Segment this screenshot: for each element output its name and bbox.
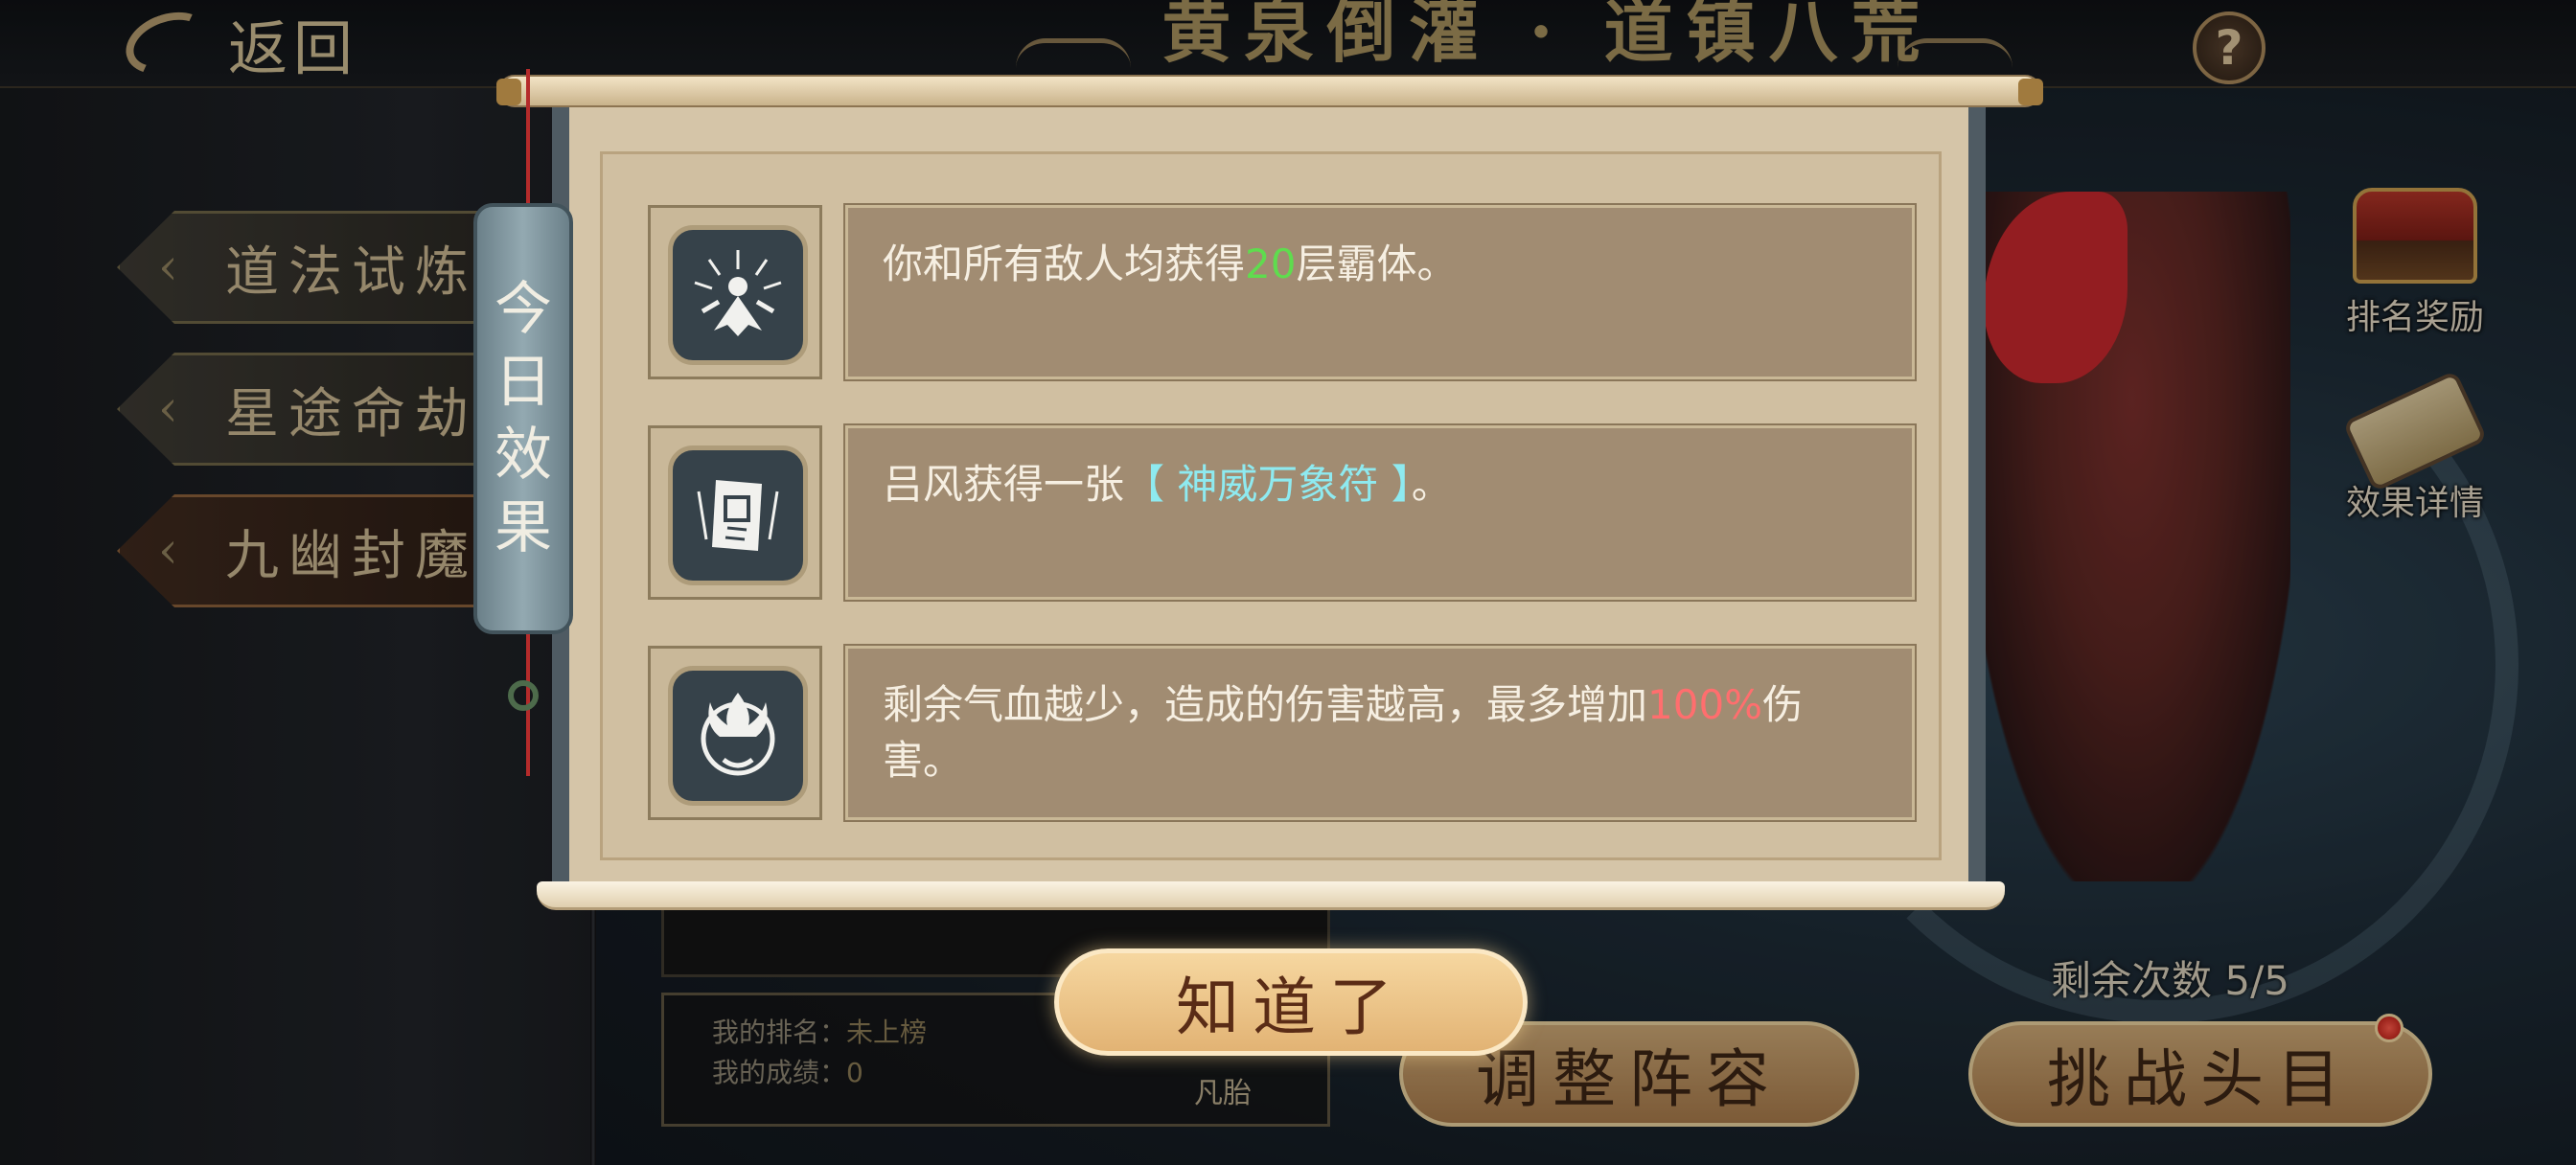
tab-char: 效 bbox=[494, 422, 552, 489]
effect-description: 你和所有敌人均获得20层霸体。 bbox=[843, 203, 1917, 381]
effect-row: 你和所有敌人均获得20层霸体。 bbox=[648, 203, 1917, 381]
effect-icon-frame bbox=[648, 646, 822, 820]
tab-string bbox=[526, 69, 530, 222]
effect-icon-frame bbox=[648, 205, 822, 379]
sorcerer-aura-icon bbox=[668, 225, 808, 365]
effect-description: 剩余气血越少，造成的伤害越高，最多增加100%伤害。 bbox=[843, 644, 1917, 822]
effect-text: 层霸体。 bbox=[1296, 240, 1458, 287]
tab-char: 日 bbox=[494, 349, 552, 416]
effect-icon-frame bbox=[648, 425, 822, 600]
tab-char: 今 bbox=[494, 276, 552, 343]
effect-highlight: 【 神威万象符 】 bbox=[1124, 461, 1412, 508]
effect-text: 吕风获得一张 bbox=[883, 461, 1125, 508]
tab-char: 果 bbox=[494, 494, 552, 561]
rod-knob-left bbox=[496, 79, 521, 105]
effect-highlight: 20 bbox=[1245, 240, 1297, 287]
effect-highlight: 100% bbox=[1647, 681, 1763, 728]
talisman-scroll-icon bbox=[668, 445, 808, 585]
effect-row: 吕风获得一张【 神威万象符 】。 bbox=[648, 423, 1917, 602]
demon-face-icon bbox=[668, 666, 808, 806]
effect-description: 吕风获得一张【 神威万象符 】。 bbox=[843, 423, 1917, 602]
effect-text: 你和所有敌人均获得 bbox=[883, 240, 1246, 287]
scroll-bottom-roll bbox=[537, 881, 2005, 910]
jade-ring-icon bbox=[508, 680, 539, 711]
today-effect-tab: 今 日 效 果 bbox=[473, 203, 573, 634]
effect-row: 剩余气血越少，造成的伤害越高，最多增加100%伤害。 bbox=[648, 644, 1917, 822]
effect-text: 。 bbox=[1411, 461, 1452, 508]
confirm-button[interactable]: 知道了 bbox=[1054, 948, 1528, 1056]
rod-knob-right bbox=[2018, 79, 2043, 105]
scroll-top-rod bbox=[498, 75, 2041, 107]
effect-text: 剩余气血越少，造成的伤害越高，最多增加 bbox=[883, 681, 1648, 728]
